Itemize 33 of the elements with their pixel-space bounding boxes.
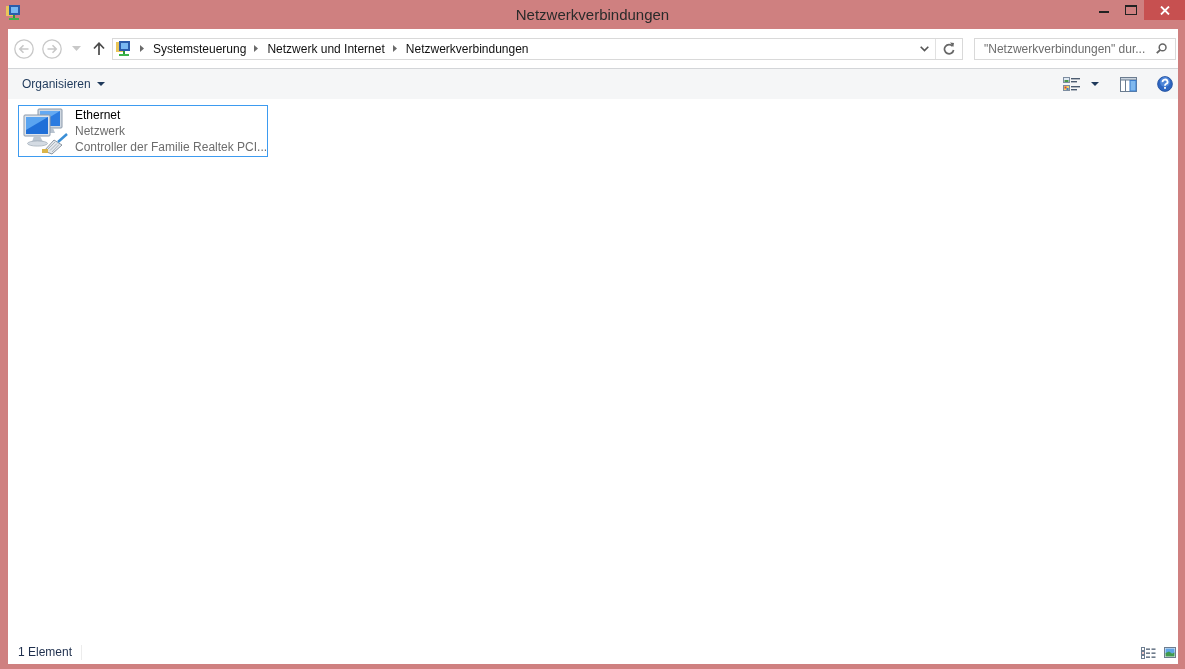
chevron-down-icon[interactable] bbox=[920, 45, 929, 52]
chevron-right-icon[interactable] bbox=[140, 45, 144, 52]
details-view-icon[interactable] bbox=[1141, 646, 1156, 659]
connection-name: Ethernet bbox=[75, 107, 121, 123]
refresh-icon[interactable] bbox=[943, 42, 955, 55]
breadcrumb-item[interactable]: Netzwerk und Internet bbox=[267, 41, 385, 56]
minimize-icon bbox=[1098, 11, 1109, 13]
chevron-right-icon[interactable] bbox=[392, 45, 397, 52]
item-count: 1 Element bbox=[18, 645, 83, 660]
adapter-name: Controller der Familie Realtek PCI... bbox=[75, 139, 268, 155]
organize-menu-button[interactable]: Organisieren bbox=[16, 75, 111, 93]
breadcrumb-item[interactable]: Systemsteuerung bbox=[153, 41, 247, 56]
up-arrow-icon[interactable] bbox=[93, 42, 105, 55]
preview-pane-icon[interactable] bbox=[1120, 76, 1137, 92]
change-view-icon[interactable] bbox=[1063, 76, 1081, 92]
caret-icon bbox=[96, 82, 105, 86]
maximize-icon bbox=[1124, 5, 1137, 15]
connection-item[interactable]: Ethernet Netzwerk Controller der Familie Realtek PCI... bbox=[18, 105, 268, 157]
caret-icon[interactable] bbox=[1091, 82, 1099, 86]
close-button[interactable] bbox=[1144, 0, 1185, 20]
network-folder-icon bbox=[116, 40, 132, 57]
window-title: Netzwerkverbindungen bbox=[515, 5, 670, 25]
search-field[interactable]: "Netzwerkverbindungen" dur... bbox=[974, 37, 1176, 60]
help-icon[interactable] bbox=[1157, 76, 1173, 92]
chevron-right-icon[interactable] bbox=[254, 45, 259, 52]
networked-computers-icon bbox=[22, 107, 70, 155]
network-folder-icon[interactable] bbox=[6, 5, 22, 21]
address-bar[interactable]: Systemsteuerung Netzwerk und Internet Netzwerkverbindungen bbox=[112, 37, 963, 60]
large-icons-view-icon[interactable] bbox=[1164, 647, 1176, 658]
close-icon bbox=[1159, 5, 1170, 15]
breadcrumb-item[interactable]: Netzwerkverbindungen bbox=[405, 41, 529, 56]
search-icon bbox=[1156, 43, 1167, 54]
connection-status: Netzwerk bbox=[75, 123, 125, 139]
